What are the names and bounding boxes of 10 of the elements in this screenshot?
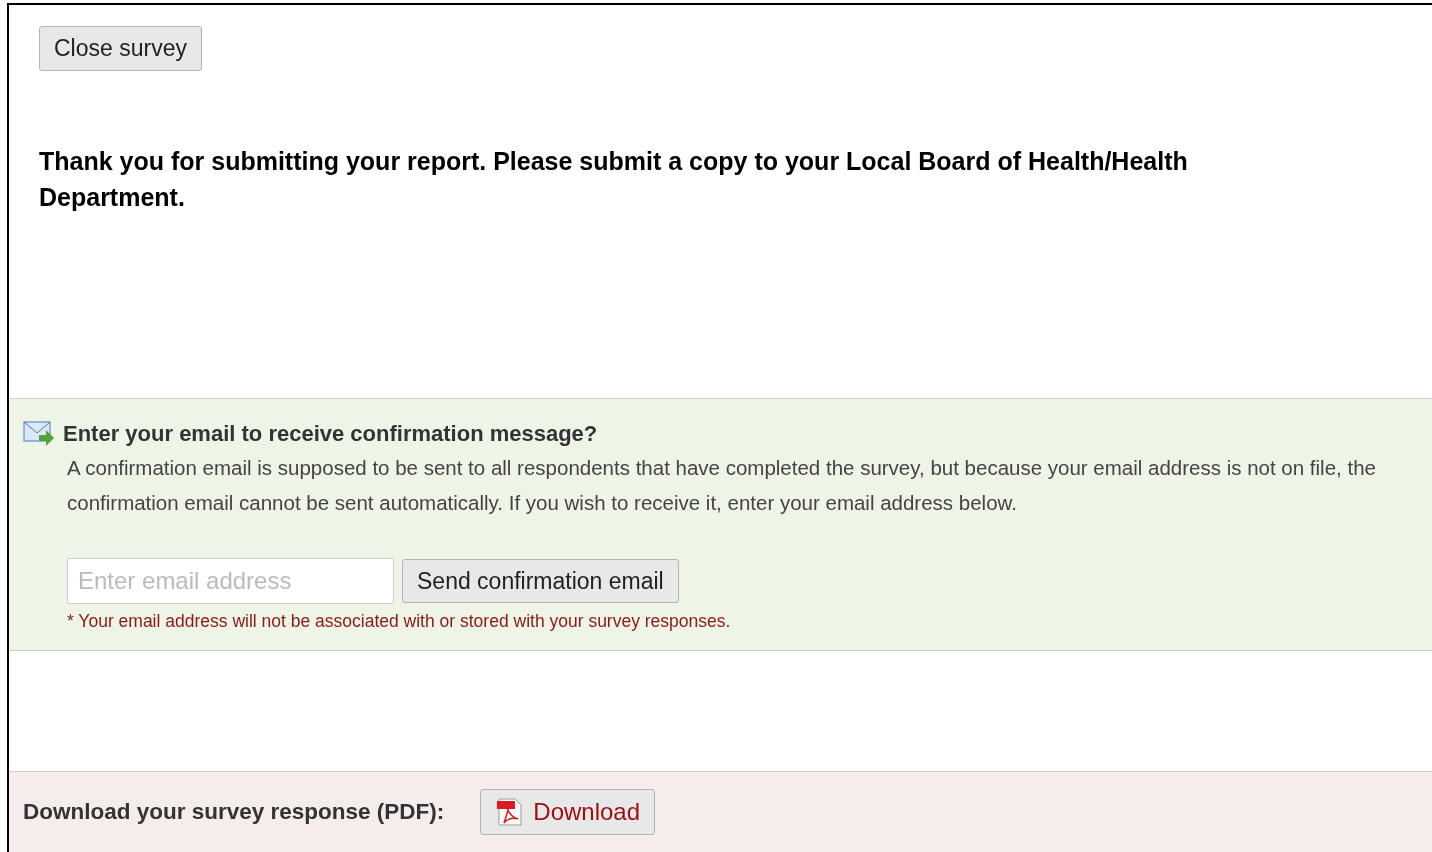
close-survey-button[interactable]: Close survey bbox=[39, 26, 202, 71]
thank-you-message: Thank you for submitting your report. Please submit a copy to your Local Board of Health/Health Department. bbox=[39, 145, 1189, 213]
download-label: Download your survey response (PDF): bbox=[23, 797, 445, 826]
privacy-note: * Your email address will not be associated with or stored with your survey responses. bbox=[67, 609, 732, 633]
email-icon bbox=[23, 419, 55, 447]
send-confirmation-button[interactable]: Send confirmation email bbox=[402, 558, 679, 603]
email-field[interactable]: Enter email address bbox=[67, 557, 394, 604]
email-heading: Enter your email to receive confirmation message? bbox=[63, 419, 598, 448]
email-description: A confirmation email is supposed to be sent to all respondents that have completed the survey, but because your email address is not on file, the confirmation email cannot be sent automatically. If you wish to receive it, enter your email address below. bbox=[67, 454, 1377, 516]
download-button[interactable]: Download bbox=[480, 788, 656, 835]
